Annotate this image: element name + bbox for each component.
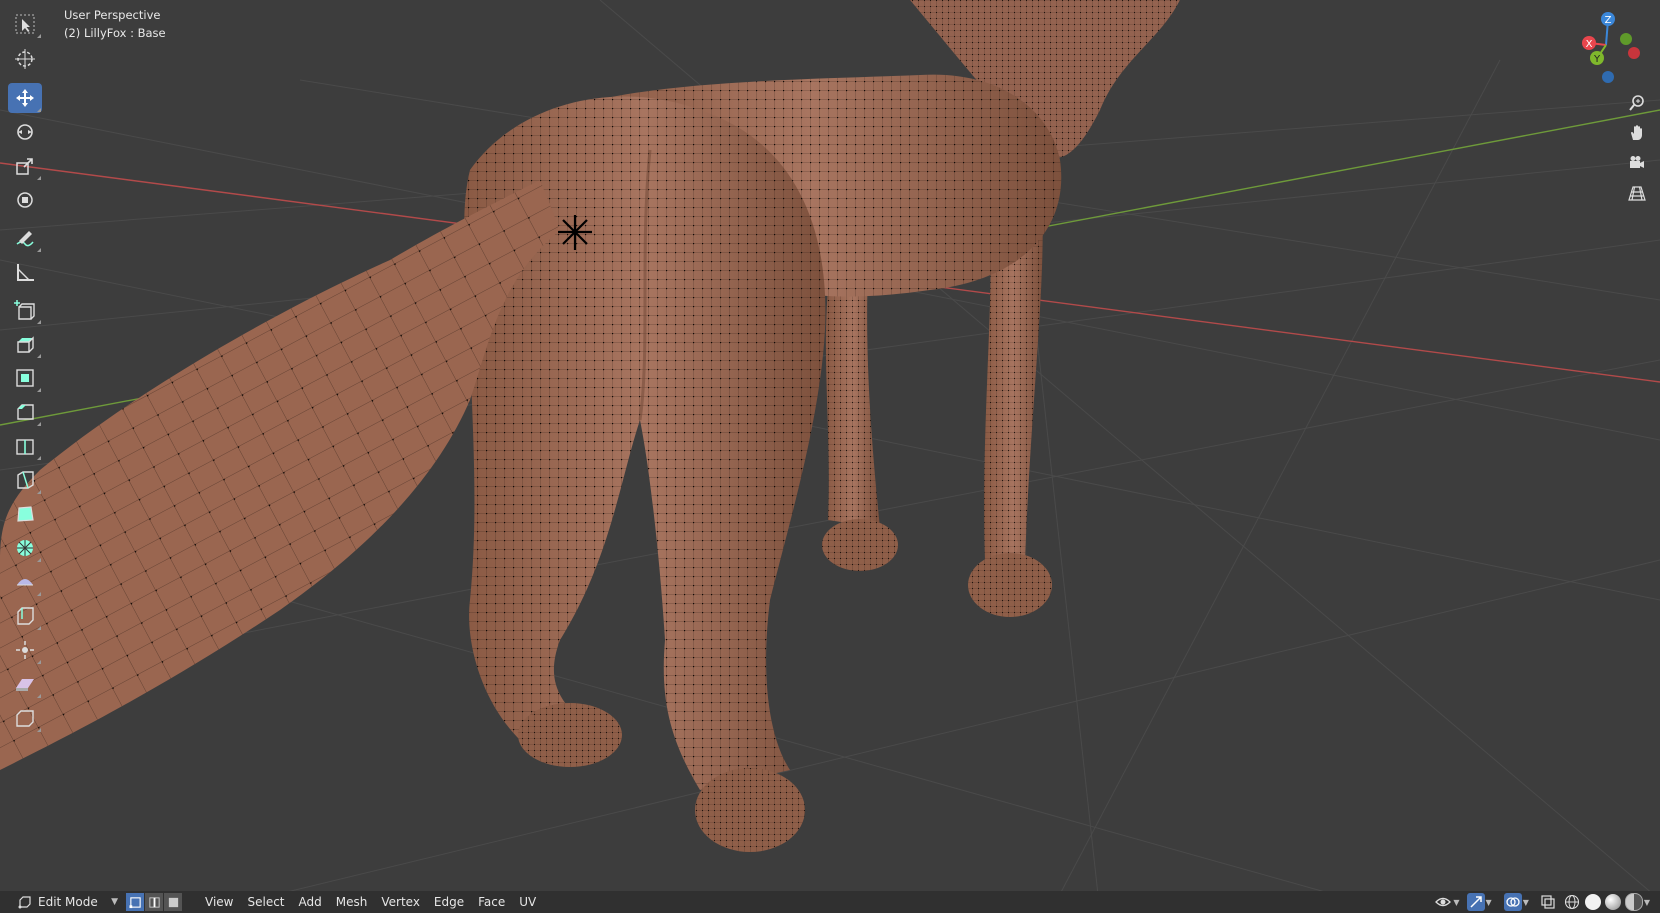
viewport-perspective-label: User Perspective — [64, 8, 161, 22]
chevron-down-icon[interactable]: ▼ — [1644, 898, 1650, 907]
chevron-down-icon[interactable]: ▼ — [1486, 898, 1492, 907]
gizmo-neg-x-axis[interactable] — [1628, 47, 1640, 59]
zoom-icon[interactable] — [1624, 90, 1650, 116]
menu-face[interactable]: Face — [478, 895, 505, 909]
viewport-header: Edit Mode ▼ View Select Add Mesh Vertex … — [0, 891, 1660, 913]
menu-uv[interactable]: UV — [519, 895, 536, 909]
smooth-tool-icon[interactable] — [8, 567, 42, 597]
gizmo-neg-y-axis[interactable] — [1620, 33, 1632, 45]
hand-pan-icon[interactable] — [1624, 120, 1650, 146]
shear-tool-icon[interactable] — [8, 669, 42, 699]
inset-tool-icon[interactable] — [8, 363, 42, 393]
chevron-down-icon[interactable]: ▼ — [1523, 898, 1529, 907]
gizmo-z-label: Z — [1605, 15, 1612, 26]
visibility-eye-icon[interactable] — [1434, 893, 1452, 911]
gizmo-x-label: X — [1586, 39, 1593, 50]
menu-add[interactable]: Add — [299, 895, 322, 909]
gizmo-y-label: Y — [1593, 54, 1601, 65]
scale-tool-icon[interactable] — [8, 151, 42, 181]
menu-mesh[interactable]: Mesh — [336, 895, 368, 909]
spin-tool-icon[interactable] — [8, 533, 42, 563]
annotate-tool-icon[interactable] — [8, 223, 42, 253]
shrink-fatten-tool-icon[interactable] — [8, 635, 42, 665]
knife-tool-icon[interactable] — [8, 465, 42, 495]
face-select-icon[interactable] — [164, 893, 182, 911]
xray-toggle-icon[interactable] — [1539, 893, 1557, 911]
chevron-down-icon[interactable]: ▼ — [1453, 898, 1459, 907]
menu-vertex[interactable]: Vertex — [381, 895, 420, 909]
solid-shading-icon[interactable] — [1584, 894, 1601, 910]
mode-label: Edit Mode — [38, 895, 98, 909]
material-preview-icon[interactable] — [1604, 894, 1621, 910]
3d-viewport[interactable]: User Perspective (2) LillyFox : Base — [0, 0, 1660, 913]
rendered-shading-icon[interactable] — [1624, 893, 1643, 911]
select-mode-group — [126, 893, 183, 911]
measure-tool-icon[interactable] — [8, 257, 42, 287]
poly-build-tool-icon[interactable] — [8, 499, 42, 529]
edge-select-icon[interactable] — [145, 893, 163, 911]
edge-slide-tool-icon[interactable] — [8, 601, 42, 631]
perspective-grid-icon[interactable] — [1624, 180, 1650, 206]
extrude-tool-icon[interactable] — [8, 329, 42, 359]
wireframe-shading-icon[interactable] — [1563, 893, 1581, 911]
loop-cut-tool-icon[interactable] — [8, 431, 42, 461]
cursor-tool-icon[interactable] — [8, 44, 42, 74]
menu-select[interactable]: Select — [247, 895, 284, 909]
select-box-tool-icon[interactable] — [8, 9, 42, 39]
menu-edge[interactable]: Edge — [434, 895, 464, 909]
mode-dropdown[interactable]: Edit Mode ▼ — [18, 893, 118, 911]
transform-tool-icon[interactable] — [8, 185, 42, 215]
overlays-icon[interactable] — [1503, 893, 1522, 911]
edit-mode-icon — [18, 896, 31, 909]
vertex-select-icon[interactable] — [126, 893, 144, 911]
gizmo-neg-z-axis[interactable] — [1602, 71, 1614, 83]
add-cube-tool-icon[interactable] — [8, 295, 42, 325]
rip-region-tool-icon[interactable] — [8, 703, 42, 733]
chevron-down-icon: ▼ — [111, 897, 118, 907]
camera-icon[interactable] — [1624, 150, 1650, 176]
navigation-gizmo[interactable]: Z X Y — [1566, 10, 1646, 90]
viewport-canvas[interactable] — [0, 0, 1660, 913]
viewport-object-label: (2) LillyFox : Base — [64, 26, 166, 40]
menu-view[interactable]: View — [205, 895, 233, 909]
move-tool-icon[interactable] — [8, 83, 42, 113]
gizmo-toggle-icon[interactable] — [1466, 893, 1485, 911]
bevel-tool-icon[interactable] — [8, 397, 42, 427]
header-right-controls: ▼ ▼ ▼ ▼ — [1431, 893, 1654, 911]
rotate-tool-icon[interactable] — [8, 117, 42, 147]
